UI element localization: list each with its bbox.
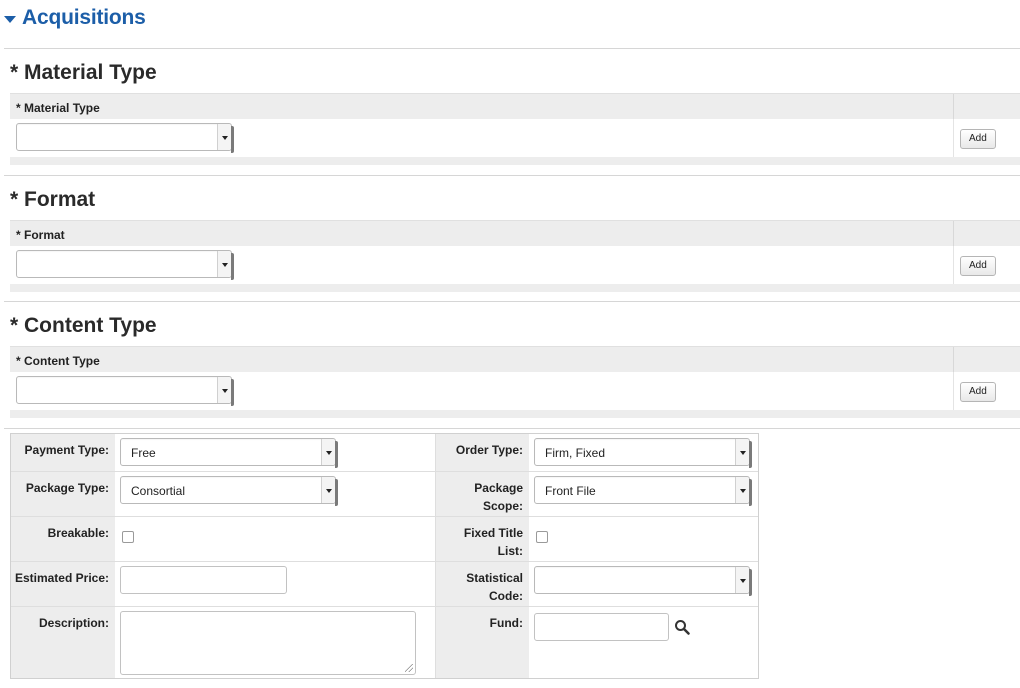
estimated-price-input[interactable]: [120, 566, 287, 594]
order-row-package: Package Type: Consortial Package Scope: …: [11, 471, 758, 516]
chevron-down-icon: [321, 477, 335, 503]
payment-type-select[interactable]: Free: [120, 438, 338, 468]
chevron-down-icon: [217, 251, 231, 277]
order-type-label: Order Type:: [435, 434, 529, 471]
package-scope-label: Package Scope:: [435, 472, 529, 516]
material-type-add-button[interactable]: Add: [960, 129, 996, 149]
format-select[interactable]: [16, 250, 234, 280]
order-row-price: Estimated Price: Statistical Code:: [11, 561, 758, 606]
package-type-label: Package Type:: [11, 472, 115, 516]
chevron-down-icon: [735, 439, 749, 465]
description-textarea[interactable]: [120, 611, 416, 675]
statistical-code-select[interactable]: [534, 566, 752, 596]
fund-label: Fund:: [435, 607, 529, 678]
acquisitions-header[interactable]: Acquisitions: [4, 4, 146, 32]
description-label: Description:: [11, 607, 115, 678]
payment-type-label: Payment Type:: [11, 434, 115, 471]
material-type-title: * Material Type: [10, 61, 157, 84]
fixed-title-list-checkbox[interactable]: [536, 531, 548, 543]
caret-down-icon[interactable]: [4, 15, 16, 23]
order-details-grid: Payment Type: Free Order Type: Firm, Fix…: [10, 433, 759, 679]
estimated-price-label: Estimated Price:: [11, 562, 115, 606]
material-type-section: * Material Type * Material Type Add: [4, 48, 1020, 176]
format-title: * Format: [10, 188, 96, 211]
material-type-select[interactable]: [16, 123, 234, 153]
material-type-column-label: * Material Type: [16, 101, 100, 115]
format-column-label: * Format: [16, 228, 65, 242]
chevron-down-icon: [217, 377, 231, 403]
chevron-down-icon: [735, 477, 749, 503]
format-section: * Format * Format Add: [4, 175, 1020, 302]
statistical-code-label: Statistical Code:: [435, 562, 529, 606]
resize-grip-icon[interactable]: [405, 664, 413, 672]
content-type-column-label: * Content Type: [16, 354, 100, 368]
package-type-value: Consortial: [131, 484, 186, 498]
search-icon[interactable]: [674, 619, 690, 635]
order-row-breakable: Breakable: Fixed Title List:: [11, 516, 758, 561]
chevron-down-icon: [735, 567, 749, 593]
acquisitions-title: Acquisitions: [22, 6, 146, 29]
package-scope-value: Front File: [545, 484, 596, 498]
content-type-section: * Content Type * Content Type Add: [4, 301, 1020, 429]
format-add-button[interactable]: Add: [960, 256, 996, 276]
fund-input[interactable]: [534, 613, 669, 641]
order-type-select[interactable]: Firm, Fixed: [534, 438, 752, 468]
material-type-table: * Material Type Add: [10, 93, 1020, 165]
content-type-select[interactable]: [16, 376, 234, 406]
package-scope-select[interactable]: Front File: [534, 476, 752, 506]
payment-type-value: Free: [131, 446, 156, 460]
order-row-description: Description: Fund:: [11, 606, 758, 678]
breakable-label: Breakable:: [11, 517, 115, 561]
chevron-down-icon: [217, 124, 231, 150]
breakable-checkbox[interactable]: [122, 531, 134, 543]
order-type-value: Firm, Fixed: [545, 446, 605, 460]
chevron-down-icon: [321, 439, 335, 465]
content-type-table: * Content Type Add: [10, 346, 1020, 418]
package-type-select[interactable]: Consortial: [120, 476, 338, 506]
order-row-payment: Payment Type: Free Order Type: Firm, Fix…: [11, 434, 758, 471]
content-type-title: * Content Type: [10, 314, 157, 337]
fixed-title-list-label: Fixed Title List:: [435, 517, 529, 561]
format-table: * Format Add: [10, 220, 1020, 292]
content-type-add-button[interactable]: Add: [960, 382, 996, 402]
